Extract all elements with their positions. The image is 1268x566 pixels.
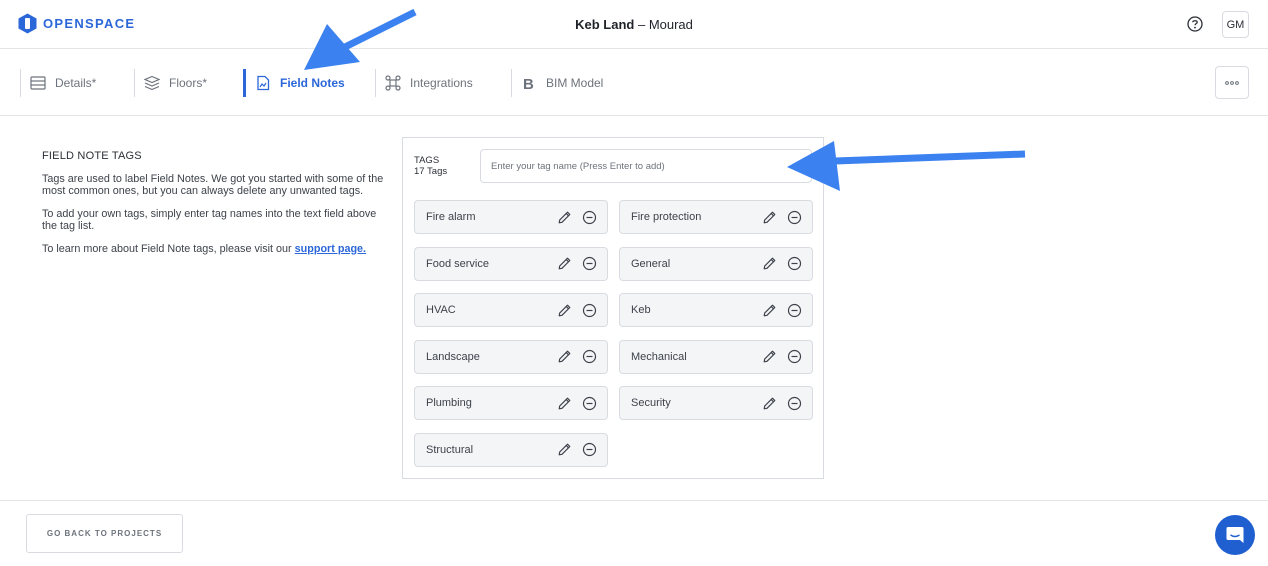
tag-label: Plumbing: [426, 397, 472, 409]
tag-chip: Security: [619, 386, 813, 420]
tab-label: Integrations: [410, 76, 473, 90]
details-icon: [30, 76, 46, 90]
support-page-link[interactable]: support page.: [295, 243, 366, 255]
edit-pencil-icon[interactable]: [762, 210, 777, 225]
tab-floors[interactable]: Floors*: [134, 69, 207, 97]
tag-label: Fire alarm: [426, 211, 476, 223]
more-options-button[interactable]: [1215, 66, 1249, 99]
tab-field-notes[interactable]: Field Notes: [243, 69, 345, 97]
edit-pencil-icon[interactable]: [557, 210, 572, 225]
more-horizontal-icon: [1225, 80, 1239, 85]
remove-minus-icon[interactable]: [787, 303, 802, 318]
tag-label: Keb: [631, 304, 651, 316]
edit-pencil-icon[interactable]: [762, 256, 777, 271]
integrations-icon: [385, 75, 401, 91]
tag-chip: Food service: [414, 246, 608, 281]
remove-minus-icon[interactable]: [787, 256, 802, 271]
tag-label: Landscape: [426, 350, 480, 363]
user-name: Mourad: [648, 17, 693, 32]
tab-integrations[interactable]: Integrations: [375, 69, 473, 97]
edit-pencil-icon[interactable]: [557, 396, 572, 411]
info-paragraph: To learn more about Field Note tags, ple…: [42, 243, 387, 256]
tags-label: TAGS: [414, 155, 440, 166]
go-back-to-projects-button[interactable]: GO BACK TO PROJECTS: [26, 514, 183, 553]
tags-count: 17 Tags: [414, 166, 448, 177]
remove-minus-icon[interactable]: [787, 210, 802, 225]
tag-chip: Fire protection: [619, 200, 813, 234]
chat-icon: [1226, 527, 1244, 543]
project-name: Keb Land: [575, 17, 635, 32]
avatar[interactable]: GM: [1222, 11, 1249, 38]
chat-button[interactable]: [1215, 515, 1255, 555]
info-paragraph: Tags are used to label Field Notes. We g…: [42, 172, 384, 198]
tags-header: TAGS 17 Tags: [414, 155, 447, 177]
remove-minus-icon[interactable]: [582, 256, 597, 271]
tag-label: Structural: [426, 443, 474, 456]
tab-label: Field Notes: [280, 76, 345, 90]
help-icon[interactable]: [1186, 15, 1204, 33]
tags-panel: TAGS 17 Tags Fire alarm Fire protection Fo…: [402, 137, 824, 479]
page-title: Keb Land – Mourad: [0, 17, 1268, 32]
layers-icon: [144, 75, 160, 91]
field-note-tags-info: FIELD NOTE TAGS Tags are used to label F…: [42, 150, 387, 265]
info-text: To learn more about Field Note tags, ple…: [42, 242, 295, 255]
remove-minus-icon[interactable]: [582, 303, 597, 318]
remove-minus-icon[interactable]: [787, 396, 802, 411]
remove-minus-icon[interactable]: [582, 396, 597, 411]
tab-bim-model[interactable]: B BIM Model: [511, 69, 603, 97]
tab-label: Floors*: [169, 76, 208, 90]
tag-name-input[interactable]: [480, 149, 812, 183]
info-heading: FIELD NOTE TAGS: [42, 150, 142, 162]
title-separator: –: [634, 17, 649, 32]
tab-label: Details*: [55, 76, 97, 90]
remove-minus-icon[interactable]: [787, 349, 802, 364]
top-bar: OPENSPACE Keb Land – Mourad GM: [0, 0, 1268, 49]
edit-pencil-icon[interactable]: [762, 303, 777, 318]
remove-minus-icon[interactable]: [582, 442, 597, 457]
bim-icon: B: [523, 76, 534, 91]
tag-label: Food service: [426, 257, 489, 270]
tag-chip: General: [619, 246, 813, 281]
tag-chip: Structural: [414, 432, 608, 467]
edit-pencil-icon[interactable]: [557, 349, 572, 364]
tag-chip: Plumbing: [414, 386, 608, 420]
tab-details[interactable]: Details*: [20, 69, 96, 97]
tag-label: Mechanical: [631, 350, 687, 363]
field-notes-icon: [257, 75, 270, 91]
tab-bar: Details* Floors* Field Notes Integration…: [0, 49, 1268, 116]
tab-label: BIM Model: [546, 76, 604, 90]
remove-minus-icon[interactable]: [582, 349, 597, 364]
edit-pencil-icon[interactable]: [557, 303, 572, 318]
tag-label: HVAC: [426, 304, 456, 316]
tag-chip: Fire alarm: [414, 200, 608, 234]
svg-text:B: B: [523, 76, 534, 91]
bottom-bar: GO BACK TO PROJECTS: [0, 500, 1268, 566]
tag-label: Security: [631, 397, 671, 409]
edit-pencil-icon[interactable]: [762, 349, 777, 364]
tag-chip: Landscape: [414, 339, 608, 374]
remove-minus-icon[interactable]: [582, 210, 597, 225]
tag-chip: Keb: [619, 293, 813, 327]
tag-label: General: [631, 257, 671, 270]
tag-label: Fire protection: [631, 211, 702, 223]
info-paragraph: To add your own tags, simply enter tag n…: [42, 207, 377, 233]
edit-pencil-icon[interactable]: [762, 396, 777, 411]
tag-chip: HVAC: [414, 293, 608, 327]
tag-chip: Mechanical: [619, 339, 813, 374]
edit-pencil-icon[interactable]: [557, 442, 572, 457]
edit-pencil-icon[interactable]: [557, 256, 572, 271]
